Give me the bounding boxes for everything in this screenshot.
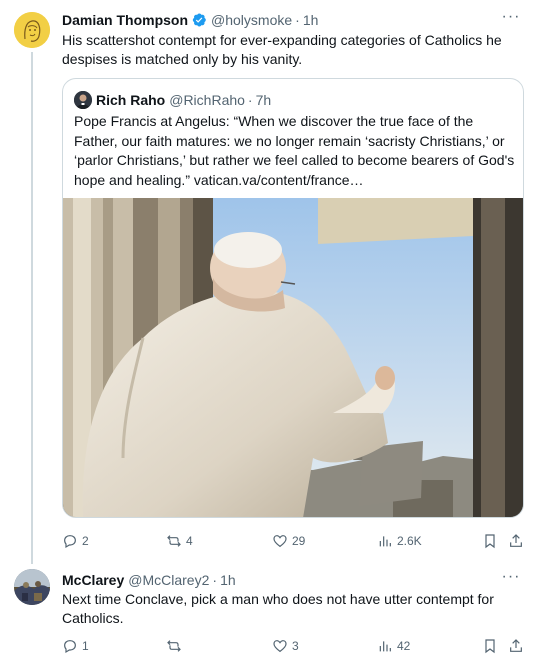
author-handle[interactable]: @holysmoke bbox=[211, 11, 292, 29]
quoted-author-name: Rich Raho bbox=[96, 92, 166, 108]
quoted-tweet-photo[interactable] bbox=[63, 198, 523, 517]
views-button[interactable]: 42 bbox=[377, 636, 410, 656]
like-count: 29 bbox=[292, 534, 306, 548]
like-icon bbox=[273, 640, 287, 653]
tweet-actions-bar: 2 4 29 2.6K bbox=[62, 531, 524, 551]
quoted-tweet-text: Pope Francis at Angelus: “When we discov… bbox=[74, 113, 515, 188]
views-icon bbox=[379, 536, 391, 547]
share-button[interactable] bbox=[508, 531, 524, 551]
share-button[interactable] bbox=[508, 636, 524, 656]
separator-dot: · bbox=[295, 12, 300, 28]
thread-connector-line bbox=[31, 52, 33, 564]
tweet-header: Damian Thompson @holysmoke · 1h bbox=[62, 11, 318, 29]
quoted-author-handle: @RichRaho bbox=[169, 92, 245, 108]
repost-icon bbox=[167, 535, 181, 547]
more-icon[interactable]: ··· bbox=[501, 569, 521, 590]
quoted-tweet[interactable]: Rich Raho @RichRaho · 7h Pope Francis at… bbox=[62, 78, 524, 518]
views-icon bbox=[379, 641, 391, 652]
views-button[interactable]: 2.6K bbox=[377, 531, 422, 551]
like-button[interactable]: 29 bbox=[272, 531, 305, 551]
separator-dot: · bbox=[247, 92, 253, 108]
reply-icon bbox=[64, 535, 76, 549]
quoted-timestamp: 7h bbox=[255, 92, 272, 108]
bookmark-icon bbox=[485, 534, 495, 549]
reply-button[interactable]: 1 bbox=[62, 636, 89, 656]
reply-count: 2 bbox=[82, 534, 89, 548]
avatar-illustration bbox=[14, 12, 50, 48]
repost-button[interactable] bbox=[166, 636, 186, 656]
quoted-author-avatar bbox=[74, 91, 92, 109]
views-count: 2.6K bbox=[397, 534, 422, 548]
author-handle[interactable]: @McClarey2 bbox=[128, 571, 209, 589]
bookmark-button[interactable] bbox=[482, 531, 498, 551]
tweet-text: Next time Conclave, pick a man who does … bbox=[62, 591, 494, 626]
reply-count: 1 bbox=[82, 639, 89, 653]
reply-icon bbox=[64, 640, 76, 654]
pope-at-window-photo bbox=[63, 198, 523, 517]
author-avatar[interactable] bbox=[14, 12, 50, 48]
tweet-text: His scattershot contempt for ever-expand… bbox=[62, 32, 502, 67]
tweet-actions-bar: 1 3 42 bbox=[62, 636, 524, 656]
tweet-damian-thompson[interactable]: Damian Thompson @holysmoke · 1h ··· His … bbox=[0, 0, 535, 564]
tweet-timestamp[interactable]: 1h bbox=[303, 11, 319, 29]
repost-icon bbox=[167, 640, 181, 652]
tweet-timestamp[interactable]: 1h bbox=[220, 571, 236, 589]
avatar-painting bbox=[14, 569, 50, 605]
share-icon bbox=[510, 534, 522, 547]
verified-badge-icon bbox=[191, 12, 207, 28]
bookmark-button[interactable] bbox=[482, 636, 498, 656]
like-count: 3 bbox=[292, 639, 299, 653]
repost-button[interactable]: 4 bbox=[166, 531, 193, 551]
bookmark-icon bbox=[485, 639, 495, 654]
reply-button[interactable]: 2 bbox=[62, 531, 89, 551]
like-button[interactable]: 3 bbox=[272, 636, 299, 656]
tweet-header: McClarey @McClarey2 · 1h bbox=[62, 571, 236, 589]
more-icon[interactable]: ··· bbox=[501, 9, 521, 30]
author-name[interactable]: Damian Thompson bbox=[62, 11, 188, 29]
share-icon bbox=[510, 639, 522, 652]
author-name[interactable]: McClarey bbox=[62, 571, 124, 589]
views-count: 42 bbox=[397, 639, 411, 653]
author-avatar[interactable] bbox=[14, 569, 50, 605]
like-icon bbox=[273, 535, 287, 548]
quoted-tweet-header: Rich Raho @RichRaho · 7h bbox=[74, 91, 271, 109]
separator-dot: · bbox=[212, 572, 218, 588]
repost-count: 4 bbox=[186, 534, 193, 548]
